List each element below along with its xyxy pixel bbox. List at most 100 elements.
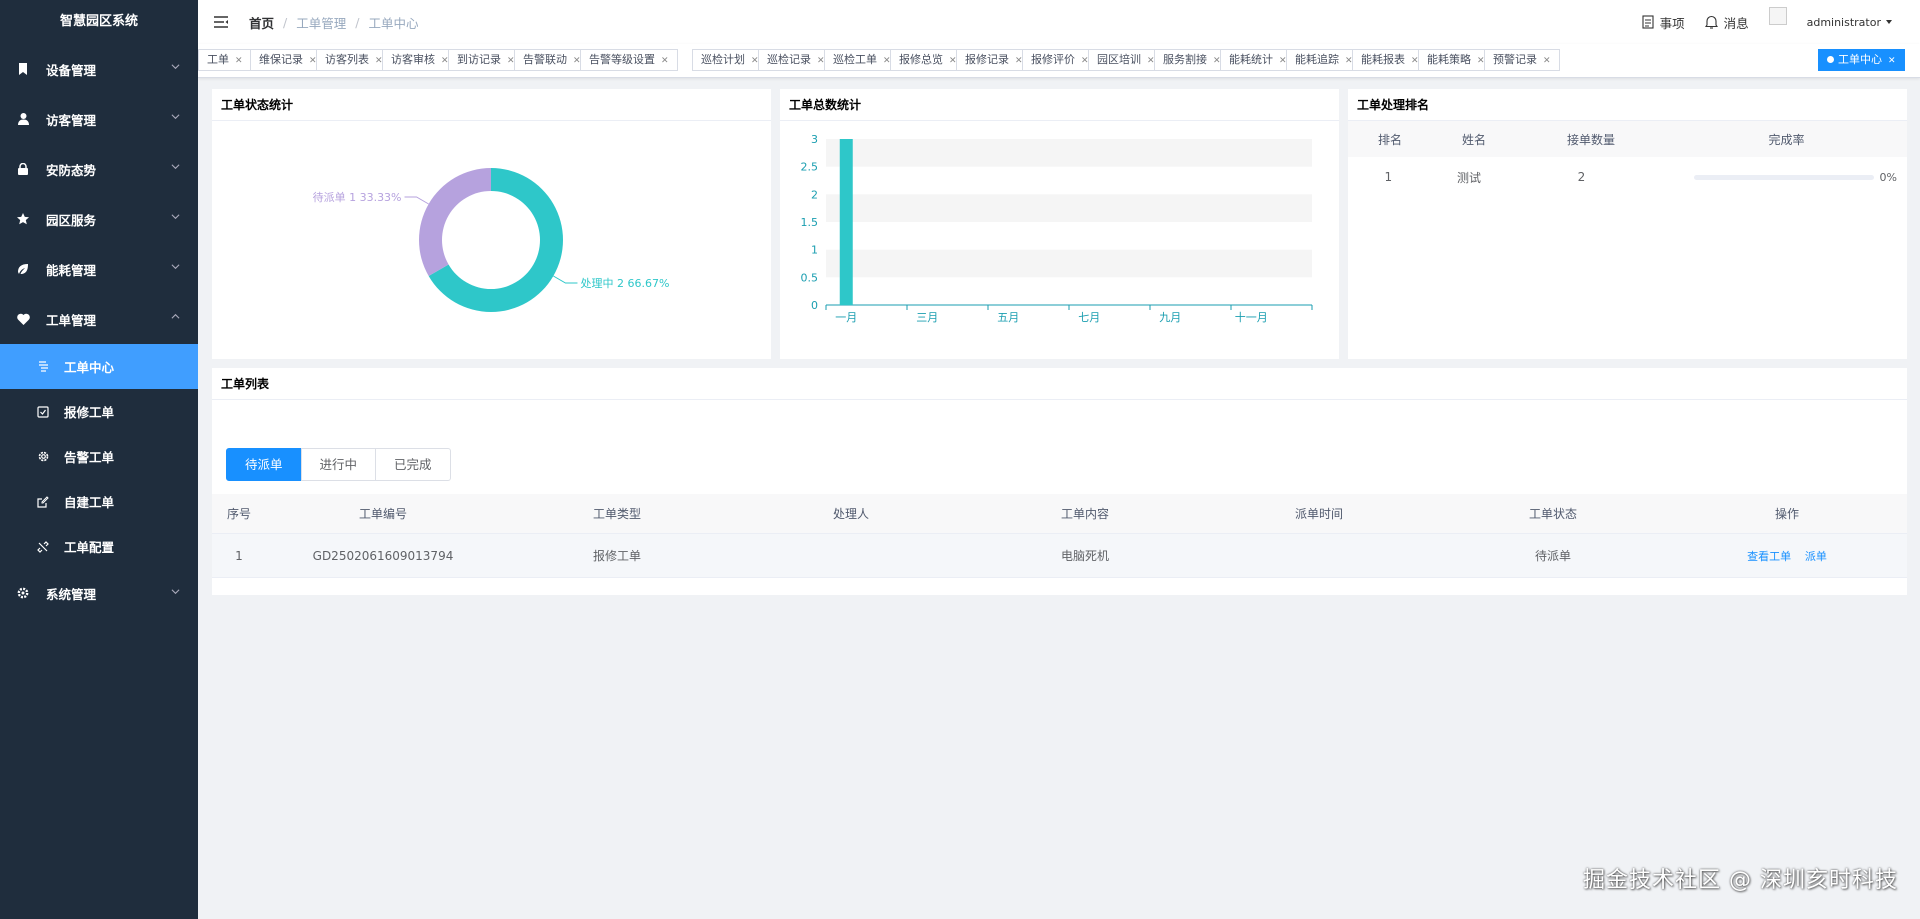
rank-card: 工单处理排名 排名 姓名 接单数量 完成率 1 测试 2 0% (1348, 89, 1907, 359)
username: administrator (1806, 15, 1881, 29)
cell-index: 1 (235, 548, 243, 563)
tag-label: 园区培训 (1097, 53, 1141, 66)
tag-item[interactable]: 巡检计划 ✕ (692, 49, 768, 71)
tag-item[interactable]: 工单 ✕ (198, 49, 252, 71)
submenu-repair-order[interactable]: 报修工单 (0, 389, 198, 434)
tag-label: 报修记录 (965, 53, 1009, 66)
th-type: 工单类型 (592, 507, 641, 521)
pie-label-pending: 待派单 1 33.33% (313, 190, 402, 204)
bar-一月[interactable] (839, 139, 853, 305)
tag-label: 告警等级设置 (589, 53, 655, 66)
tag-item[interactable]: 能耗统计 ✕ (1220, 49, 1296, 71)
chevron-down-icon (171, 589, 180, 595)
status-tabs: 待派单 进行中 已完成 (226, 448, 451, 481)
cell-code: GD2502061609013794 (312, 548, 454, 563)
cell-content: 电脑死机 (1060, 549, 1109, 563)
tag-item[interactable]: 访客审核 ✕ (382, 49, 458, 71)
th-rate: 完成率 (1768, 132, 1805, 147)
submenu-alarm-order[interactable]: 告警工单 (0, 434, 198, 479)
hamburger-icon[interactable] (213, 14, 229, 30)
tag-item[interactable]: 能耗策略 ✕ (1418, 49, 1494, 71)
caret-down-icon (1886, 20, 1892, 24)
dispatch-link[interactable]: 派单 (1805, 550, 1827, 563)
pie-slice-pending[interactable] (419, 168, 491, 276)
tag-label: 报修总览 (899, 53, 943, 66)
cell-count: 2 (1577, 170, 1586, 184)
lock-icon (16, 162, 30, 176)
tag-item[interactable]: 报修记录 ✕ (956, 49, 1032, 71)
th-name: 姓名 (1461, 132, 1486, 147)
menu-energy[interactable]: 能耗管理 (0, 244, 198, 294)
message-link[interactable]: 消息 (1704, 13, 1749, 32)
th-status: 工单状态 (1528, 507, 1577, 521)
tag-item[interactable]: 到访记录 ✕ (448, 49, 524, 71)
tag-item[interactable]: 服务割接 ✕ (1154, 49, 1230, 71)
tag-item[interactable]: 告警联动 ✕ (514, 49, 590, 71)
menu-label: 设备管理 (46, 62, 97, 78)
tag-item[interactable]: 能耗追踪 ✕ (1286, 49, 1362, 71)
submenu-self-order[interactable]: 自建工单 (0, 479, 198, 524)
th-operation: 操作 (1774, 507, 1799, 521)
close-icon[interactable]: ✕ (1543, 56, 1551, 66)
menu-device[interactable]: 设备管理 (0, 44, 198, 94)
rank-table-header: 排名 姓名 接单数量 完成率 (1348, 121, 1907, 157)
x-tick-label: 十一月 (1235, 310, 1268, 324)
y-tick-label: 0.5 (801, 271, 819, 284)
close-icon[interactable]: ✕ (235, 56, 243, 66)
tag-item[interactable]: 巡检工单 ✕ (824, 49, 900, 71)
leaf-icon (16, 262, 30, 276)
chevron-down-icon (171, 114, 180, 120)
total-stat-card: 工单总数统计 0 0.5 1 1.5 2 2.5 3 一月 三月 五月 七月 九月 十一月 (780, 89, 1339, 359)
tag-label: 能耗报表 (1361, 53, 1405, 66)
submenu-workorder-center[interactable]: 工单中心 (0, 344, 198, 389)
breadcrumb: 首页 / 工单管理 / 工单中心 (249, 13, 418, 32)
close-icon[interactable]: ✕ (1888, 56, 1896, 66)
user-dropdown[interactable]: administrator (1807, 16, 1892, 29)
tab-completed[interactable]: 已完成 (375, 448, 451, 481)
card-title: 工单处理排名 (1348, 89, 1907, 121)
tab-pending[interactable]: 待派单 (226, 448, 302, 481)
card-title: 工单总数统计 (780, 89, 1339, 121)
submenu-order-config[interactable]: 工单配置 (0, 524, 198, 569)
tag-item[interactable]: 报修总览 ✕ (890, 49, 966, 71)
tags-view: 工单 ✕ 维保记录 ✕ 访客列表 ✕ 访客审核 ✕ 到访记录 ✕ 告警联动 ✕ 告警等级设置 ✕ 巡检计划 ✕… (198, 44, 1920, 78)
cell-name: 测试 (1457, 170, 1482, 185)
tag-item[interactable]: 园区培训 ✕ (1088, 49, 1164, 71)
menu-park-service[interactable]: 园区服务 (0, 194, 198, 244)
settings-icon (36, 540, 50, 554)
chevron-down-icon (171, 64, 180, 70)
view-order-link[interactable]: 查看工单 (1747, 550, 1791, 563)
tag-item[interactable]: 预警记录 ✕ (1484, 49, 1560, 71)
tag-item[interactable]: 维保记录 ✕ (250, 49, 326, 71)
close-icon[interactable]: ✕ (661, 56, 669, 66)
tag-item[interactable]: 报修评价 ✕ (1022, 49, 1098, 71)
menu-visitor[interactable]: 访客管理 (0, 94, 198, 144)
table-row: 1 GD2502061609013794 报修工单 电脑死机 待派单 查看工单 … (212, 534, 1907, 578)
heart-icon (16, 312, 30, 326)
breadcrumb-separator: / (283, 14, 288, 30)
todo-link[interactable]: 事项 (1642, 13, 1685, 32)
tag-item[interactable]: 能耗报表 ✕ (1352, 49, 1428, 71)
workorder-table: 序号 工单编号 工单类型 处理人 工单内容 派单时间 工单状态 操作 1 GD2… (212, 494, 1907, 578)
gear-icon (36, 450, 50, 464)
avatar[interactable] (1768, 7, 1787, 25)
cell-type: 报修工单 (592, 549, 641, 563)
tag-item[interactable]: 告警等级设置 ✕ (580, 49, 678, 71)
breadcrumb-home[interactable]: 首页 (249, 13, 274, 32)
tab-in-progress[interactable]: 进行中 (300, 448, 377, 481)
submenu-label: 工单配置 (64, 540, 115, 555)
tag-label: 工单 (207, 53, 229, 66)
menu-workorder[interactable]: 工单管理 (0, 294, 198, 344)
user-icon (16, 112, 30, 126)
bar-chart: 0 0.5 1 1.5 2 2.5 3 一月 三月 五月 七月 九月 十一月 (801, 133, 1313, 324)
card-title: 工单状态统计 (212, 89, 771, 121)
menu-system[interactable]: 系统管理 (0, 569, 198, 617)
tag-item[interactable]: 访客列表 ✕ (316, 49, 392, 71)
menu-security[interactable]: 安防态势 (0, 144, 198, 194)
y-tick-label: 0 (811, 299, 818, 312)
tag-active[interactable]: 工单中心 ✕ (1818, 49, 1905, 71)
tag-item[interactable]: 巡检记录 ✕ (758, 49, 834, 71)
y-tick-label: 1.5 (801, 216, 819, 229)
grid-band (826, 194, 1312, 222)
tag-label: 预警记录 (1493, 53, 1537, 66)
